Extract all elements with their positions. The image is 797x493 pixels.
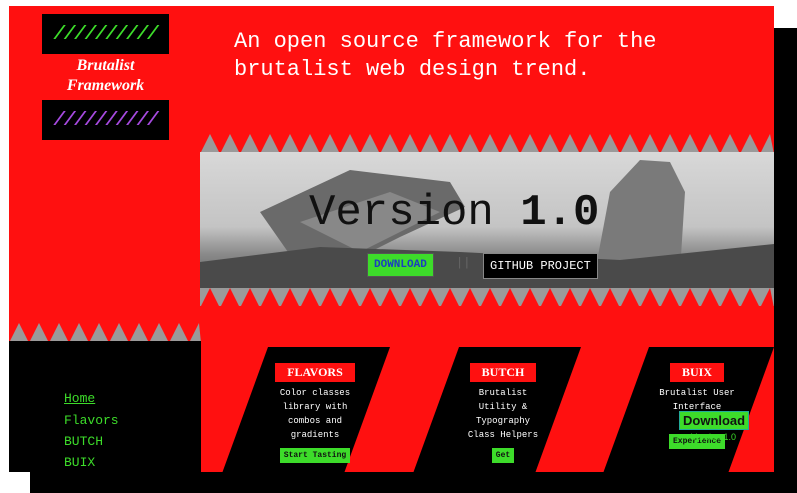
tagline-line1: An open source framework for the — [234, 29, 657, 54]
card-desc-line: Color classes — [279, 388, 351, 398]
card-desc-line: Typography — [475, 416, 530, 426]
nav-item-home[interactable]: Home — [64, 391, 95, 406]
card-desc-line: gradients — [290, 430, 340, 440]
version-heading: Version 1.0 — [309, 188, 599, 238]
nav-item-flavors[interactable]: Flavors — [64, 413, 119, 428]
download-badge-version: Version 1.0 — [691, 432, 737, 442]
card-desc-line: Brutalist — [478, 388, 528, 398]
card-desc-line: combos and — [287, 416, 342, 426]
logo-name-line1: Brutalist — [76, 57, 135, 74]
card-flavors: FLAVORS Color classes library with combo… — [257, 363, 373, 463]
card-desc-butch: Brutalist Utility & Typography Class Hel… — [445, 386, 561, 442]
github-project-button[interactable]: GITHUB PROJECT — [483, 253, 598, 279]
version-label: Version — [309, 188, 494, 238]
card-title-flavors: FLAVORS — [275, 363, 355, 382]
card-desc-line: library with — [282, 402, 348, 412]
card-butch: BUTCH Brutalist Utility & Typography Cla… — [445, 363, 561, 463]
card-desc-line: Brutalist User — [659, 388, 735, 398]
download-badge[interactable]: Download — [679, 411, 750, 430]
page-frame: ////////// Brutalist Framework /////////… — [9, 6, 774, 472]
sidebar-teeth — [9, 323, 201, 343]
get-button[interactable]: Get — [491, 448, 515, 463]
logo-name-line2: Framework — [66, 77, 145, 94]
tagline-line2: brutalist web design trend. — [234, 57, 591, 82]
tagline: An open source framework for the brutali… — [234, 28, 734, 84]
hero-teeth-top — [200, 134, 774, 154]
logo-stripes-top: ////////// — [42, 14, 169, 54]
logo-name: Brutalist Framework — [42, 56, 169, 96]
card-desc-line: Class Helpers — [467, 430, 539, 440]
hero-teeth-bottom — [200, 288, 774, 306]
nav-item-buix[interactable]: BUIX — [64, 455, 95, 470]
card-title-buix: BUIX — [669, 363, 724, 382]
version-number: 1.0 — [520, 188, 600, 238]
start-tasting-button[interactable]: Start Tasting — [279, 448, 351, 463]
card-desc-line: Utility & — [478, 402, 528, 412]
logo-stripes-bottom: ////////// — [42, 100, 169, 140]
nav-item-butch[interactable]: BUTCH — [64, 434, 103, 449]
download-button[interactable]: DOWNLOAD — [367, 253, 434, 277]
button-separator: || — [456, 256, 471, 270]
card-title-butch: BUTCH — [469, 363, 537, 382]
sidebar-nav: Home Flavors BUTCH BUIX — [9, 341, 201, 472]
card-desc-flavors: Color classes library with combos and gr… — [257, 386, 373, 442]
logo[interactable]: ////////// Brutalist Framework /////////… — [42, 14, 169, 140]
